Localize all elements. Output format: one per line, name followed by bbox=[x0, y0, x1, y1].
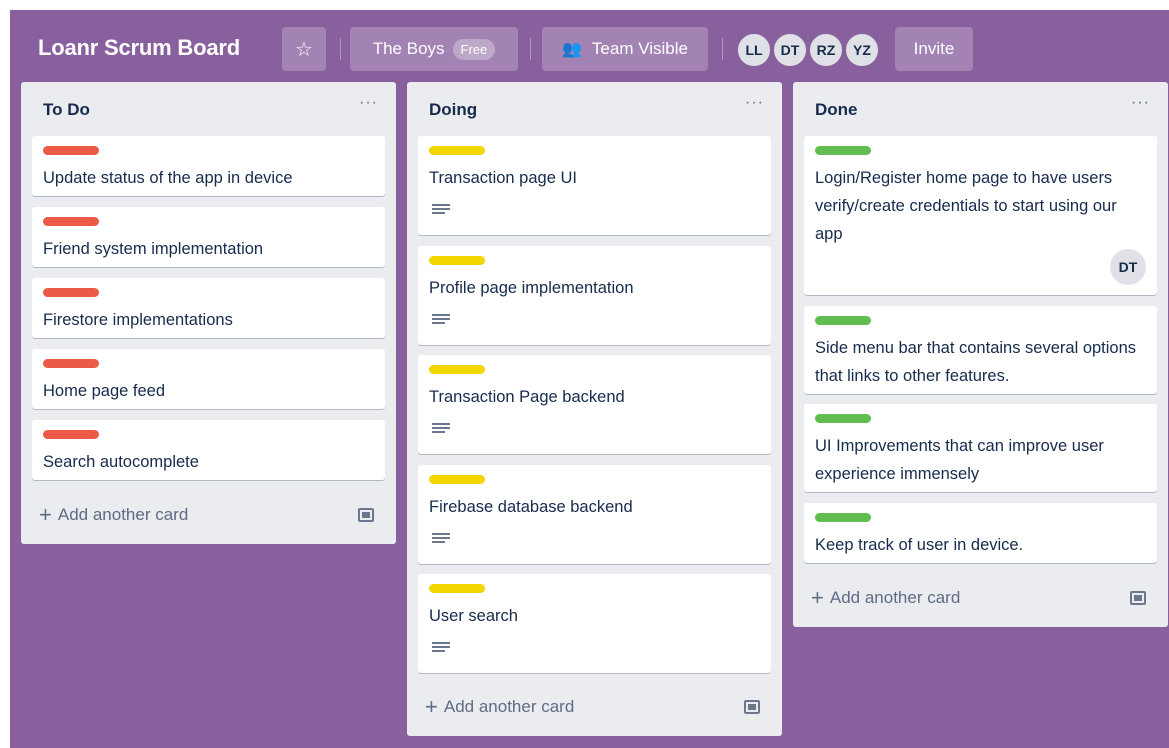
list-todo: To Do ··· Update status of the app in de… bbox=[21, 82, 396, 544]
card[interactable]: Search autocomplete bbox=[32, 420, 385, 480]
description-icon bbox=[432, 642, 450, 654]
card-title: Firebase database backend bbox=[429, 498, 633, 516]
card-template-icon[interactable] bbox=[744, 700, 760, 714]
card[interactable]: Side menu bar that contains several opti… bbox=[804, 306, 1157, 394]
card-label[interactable] bbox=[43, 430, 99, 439]
card[interactable]: Profile page implementation bbox=[418, 246, 771, 345]
card[interactable]: Firestore implementations bbox=[32, 278, 385, 338]
card-member-avatar[interactable]: DT bbox=[1110, 249, 1146, 285]
card-title: User search bbox=[429, 607, 518, 625]
list-title[interactable]: Doing bbox=[429, 100, 477, 120]
avatar[interactable]: LL bbox=[736, 32, 772, 68]
card-title: Firestore implementations bbox=[43, 311, 233, 329]
team-icon: 👥 bbox=[562, 41, 582, 58]
card-label[interactable] bbox=[815, 316, 871, 325]
card-template-icon[interactable] bbox=[358, 508, 374, 522]
description-icon bbox=[432, 423, 450, 435]
star-icon: ☆ bbox=[295, 38, 313, 61]
card[interactable]: Transaction page UI bbox=[418, 136, 771, 235]
add-card-button[interactable]: + Add another card bbox=[425, 694, 574, 720]
card[interactable]: UI Improvements that can improve user ex… bbox=[804, 404, 1157, 492]
header-divider bbox=[530, 38, 531, 60]
description-icon bbox=[432, 204, 450, 216]
list-done: Done ··· Login/Register home page to hav… bbox=[793, 82, 1168, 627]
list-menu-button[interactable]: ··· bbox=[359, 94, 378, 112]
card-label[interactable] bbox=[43, 359, 99, 368]
card[interactable]: User search bbox=[418, 574, 771, 673]
card-title: UI Improvements that can improve user ex… bbox=[815, 437, 1104, 483]
card[interactable]: Keep track of user in device. bbox=[804, 503, 1157, 563]
list-title[interactable]: Done bbox=[815, 100, 858, 120]
card[interactable]: Friend system implementation bbox=[32, 207, 385, 267]
card-template-icon[interactable] bbox=[1130, 591, 1146, 605]
list-doing: Doing ··· Transaction page UI Profile pa… bbox=[407, 82, 782, 736]
card-label[interactable] bbox=[429, 365, 485, 374]
star-button[interactable]: ☆ bbox=[282, 27, 326, 71]
description-icon bbox=[432, 314, 450, 326]
add-card-button[interactable]: + Add another card bbox=[39, 502, 188, 528]
board-header: Loanr Scrum Board ☆ The Boys Free 👥 Team… bbox=[10, 10, 1169, 80]
card-label[interactable] bbox=[43, 288, 99, 297]
avatar[interactable]: DT bbox=[772, 32, 808, 68]
card-label[interactable] bbox=[815, 146, 871, 155]
plus-icon: + bbox=[811, 585, 824, 610]
description-icon bbox=[432, 533, 450, 545]
board-title[interactable]: Loanr Scrum Board bbox=[38, 35, 240, 61]
team-name: The Boys bbox=[372, 39, 445, 58]
card-title: Side menu bar that contains several opti… bbox=[815, 339, 1137, 385]
list-menu-button[interactable]: ··· bbox=[745, 94, 764, 112]
card-label[interactable] bbox=[429, 256, 485, 265]
card-title: Friend system implementation bbox=[43, 240, 264, 258]
card[interactable]: Home page feed bbox=[32, 349, 385, 409]
add-card-label: Add another card bbox=[829, 588, 961, 607]
card-title: Keep track of user in device. bbox=[815, 536, 1024, 554]
card-title: Search autocomplete bbox=[43, 453, 199, 471]
card-label[interactable] bbox=[43, 217, 99, 226]
plus-icon: + bbox=[425, 694, 438, 719]
add-card-label: Add another card bbox=[57, 505, 189, 524]
list-title[interactable]: To Do bbox=[43, 100, 90, 120]
header-divider bbox=[722, 38, 723, 60]
visibility-button[interactable]: 👥 Team Visible bbox=[542, 27, 708, 71]
card-title: Update status of the app in device bbox=[43, 169, 293, 187]
card-label[interactable] bbox=[429, 584, 485, 593]
card-label[interactable] bbox=[429, 475, 485, 484]
team-button[interactable]: The Boys Free bbox=[350, 27, 518, 71]
board: Loanr Scrum Board ☆ The Boys Free 👥 Team… bbox=[10, 10, 1169, 748]
card-label[interactable] bbox=[815, 414, 871, 423]
header-divider bbox=[340, 38, 341, 60]
avatar[interactable]: RZ bbox=[808, 32, 844, 68]
card-label[interactable] bbox=[815, 513, 871, 522]
card-title: Profile page implementation bbox=[429, 279, 634, 297]
visibility-label: Team Visible bbox=[591, 39, 688, 58]
add-card-label: Add another card bbox=[443, 697, 575, 716]
card-title: Home page feed bbox=[43, 382, 166, 400]
add-card-button[interactable]: + Add another card bbox=[811, 585, 960, 611]
list-menu-button[interactable]: ··· bbox=[1131, 94, 1150, 112]
invite-button[interactable]: Invite bbox=[895, 27, 973, 71]
card-title: Transaction page UI bbox=[429, 169, 577, 187]
card[interactable]: Transaction Page backend bbox=[418, 355, 771, 454]
avatar[interactable]: YZ bbox=[844, 32, 880, 68]
card[interactable]: Login/Register home page to have users v… bbox=[804, 136, 1157, 295]
card-label[interactable] bbox=[429, 146, 485, 155]
card-label[interactable] bbox=[43, 146, 99, 155]
card[interactable]: Firebase database backend bbox=[418, 465, 771, 564]
card-title: Transaction Page backend bbox=[429, 388, 625, 406]
plus-icon: + bbox=[39, 502, 52, 527]
card-title: Login/Register home page to have users v… bbox=[815, 169, 1117, 243]
plan-badge: Free bbox=[452, 38, 496, 60]
card[interactable]: Update status of the app in device bbox=[32, 136, 385, 196]
